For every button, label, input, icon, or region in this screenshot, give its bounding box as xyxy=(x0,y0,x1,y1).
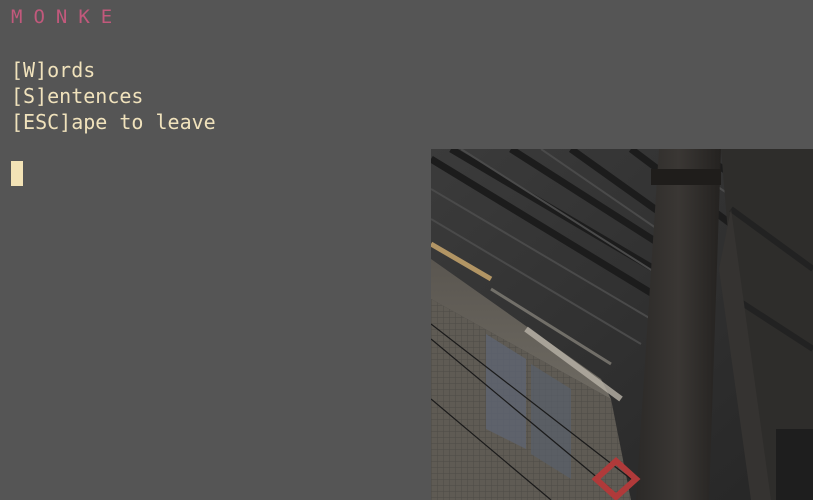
text-cursor xyxy=(11,161,23,186)
menu-item-escape[interactable]: [ESC]ape to leave xyxy=(11,109,216,135)
main-menu: [W]ords [S]entences [ESC]ape to leave xyxy=(11,57,216,135)
menu-item-words[interactable]: [W]ords xyxy=(11,57,216,83)
station-photo xyxy=(431,149,813,500)
app-title: MONKE xyxy=(11,6,124,28)
menu-item-sentences[interactable]: [S]entences xyxy=(11,83,216,109)
terminal-window: MONKE [W]ords [S]entences [ESC]ape to le… xyxy=(0,0,813,500)
station-photo-image xyxy=(431,149,813,500)
